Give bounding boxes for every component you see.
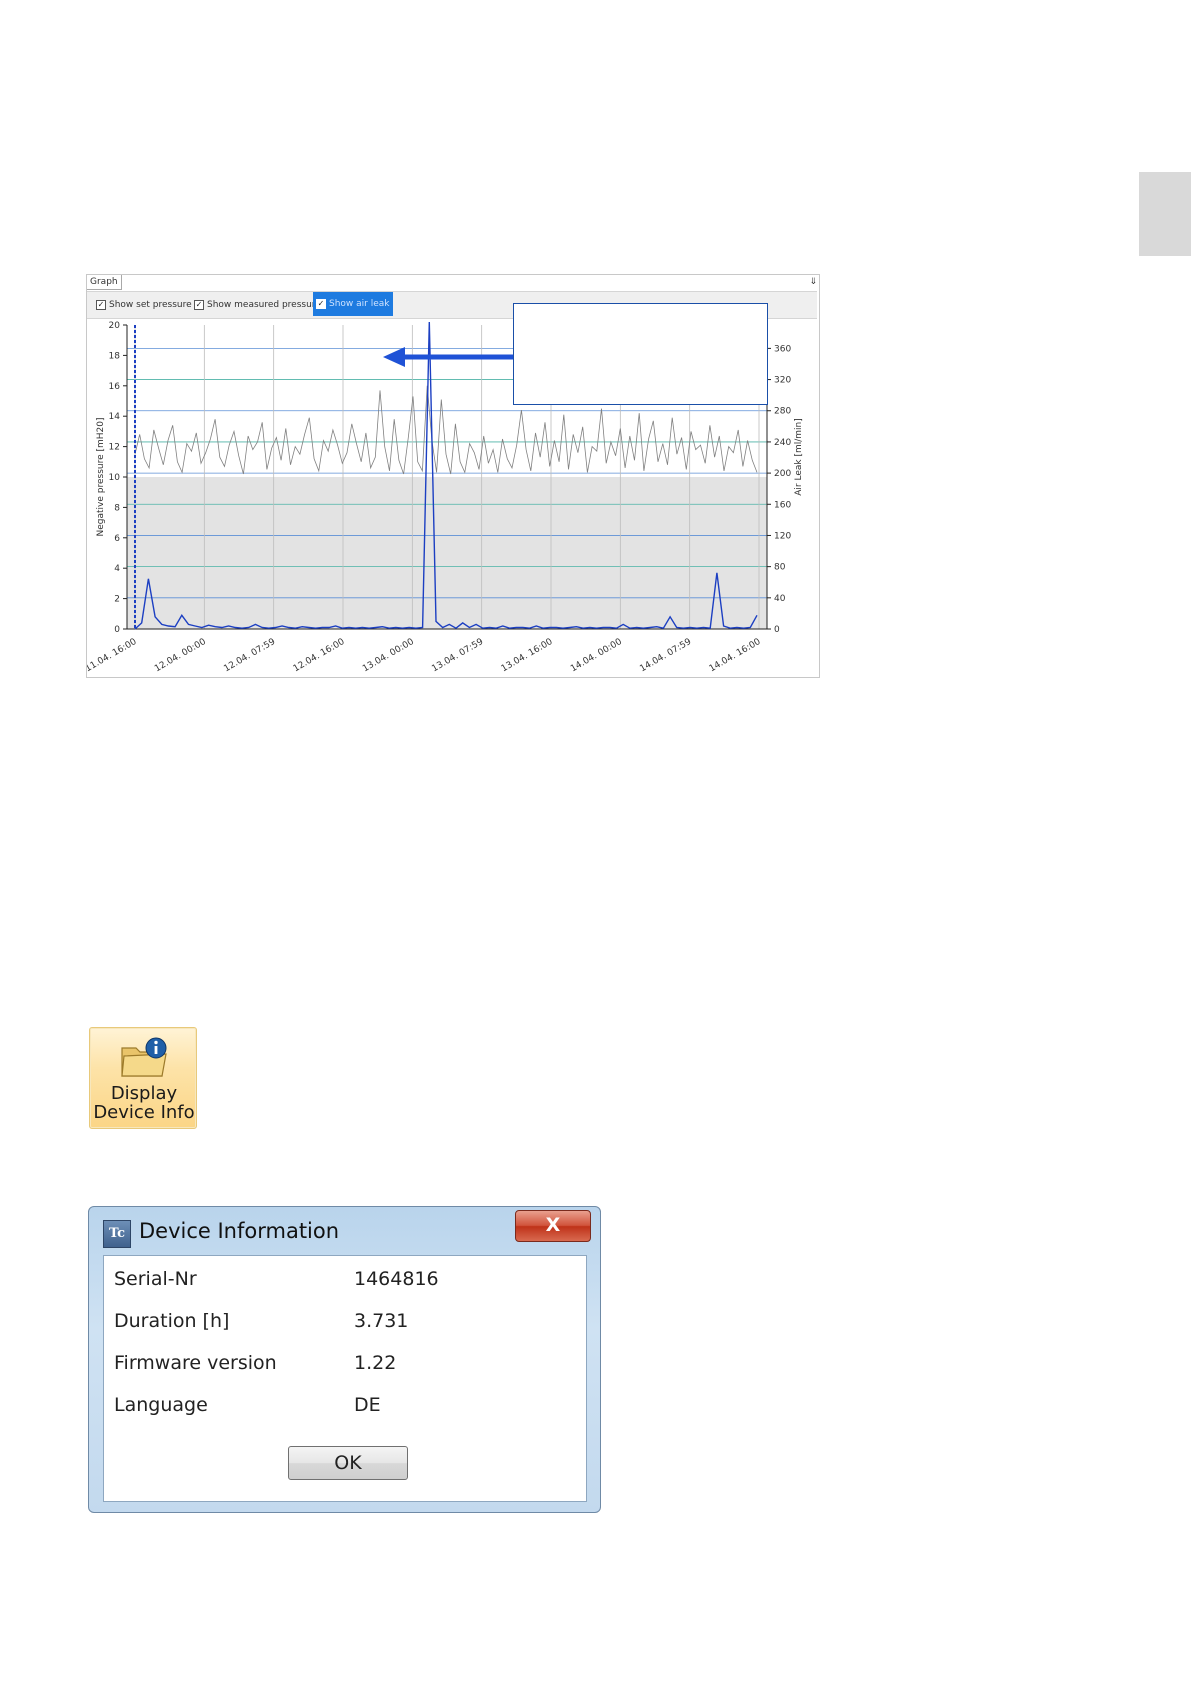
serial-nr-value: 1464816 bbox=[354, 1268, 439, 1290]
x-tick-label: 11.04. 16:00 bbox=[87, 637, 139, 675]
tick-label-right: 320 bbox=[774, 376, 791, 386]
graph-panel: Graph ⇓ ✓ Show set pressure ✓ Show measure… bbox=[86, 274, 820, 678]
ok-button[interactable]: OK bbox=[288, 1446, 408, 1480]
tick-label-right: 200 bbox=[774, 469, 791, 479]
x-tick-label: 14.04. 16:00 bbox=[708, 637, 763, 675]
pin-icon[interactable]: ⇓ bbox=[809, 276, 817, 288]
tick-label-left: 14 bbox=[109, 412, 121, 422]
tick-label-right: 0 bbox=[774, 625, 780, 635]
label-line-1: Display bbox=[110, 1083, 178, 1104]
y-axis-label-right: Air Leak [ml/min] bbox=[794, 418, 804, 496]
option-label: Show set pressure bbox=[109, 300, 192, 310]
x-tick-label: 13.04. 07:59 bbox=[430, 637, 485, 675]
x-tick-label: 12.04. 00:00 bbox=[153, 637, 208, 675]
callout-box bbox=[513, 303, 768, 405]
tick-label-left: 12 bbox=[109, 443, 120, 453]
show-air-leak-option[interactable]: ✓ Show air leak bbox=[313, 292, 393, 316]
tick-label-right: 40 bbox=[774, 594, 786, 604]
checkbox-icon[interactable]: ✓ bbox=[194, 299, 204, 310]
set-pressure-area bbox=[127, 477, 767, 629]
serial-nr-label: Serial-Nr bbox=[114, 1268, 197, 1290]
label-line-2: Device Info bbox=[93, 1102, 195, 1123]
tick-label-left: 0 bbox=[114, 625, 120, 635]
x-tick-label: 12.04. 07:59 bbox=[222, 637, 277, 675]
language-value: DE bbox=[354, 1394, 381, 1416]
tick-label-left: 2 bbox=[114, 595, 120, 605]
tick-label-right: 280 bbox=[774, 407, 791, 417]
tick-label-right: 240 bbox=[774, 438, 791, 448]
tick-label-left: 18 bbox=[109, 351, 121, 361]
firmware-version-label: Firmware version bbox=[114, 1352, 277, 1374]
graph-tab[interactable]: Graph bbox=[87, 275, 122, 290]
close-button[interactable]: X bbox=[515, 1210, 591, 1242]
x-tick-label: 14.04. 07:59 bbox=[638, 637, 693, 675]
device-information-dialog: Tc Device Information X Serial-Nr 146481… bbox=[88, 1206, 601, 1513]
page-side-tab bbox=[1139, 172, 1191, 256]
language-label: Language bbox=[114, 1394, 208, 1416]
checkbox-icon[interactable]: ✓ bbox=[96, 299, 106, 310]
tick-label-left: 8 bbox=[114, 503, 120, 513]
app-icon: Tc bbox=[103, 1220, 131, 1248]
firmware-version-value: 1.22 bbox=[354, 1352, 397, 1374]
x-tick-label: 13.04. 00:00 bbox=[361, 637, 416, 675]
tick-label-right: 160 bbox=[774, 500, 791, 510]
x-tick-label: 13.04. 16:00 bbox=[500, 637, 555, 675]
tick-label-right: 120 bbox=[774, 531, 791, 541]
show-set-pressure-option[interactable]: ✓ Show set pressure bbox=[93, 296, 195, 314]
tick-label-right: 80 bbox=[774, 563, 786, 573]
folder-info-icon bbox=[121, 1037, 167, 1077]
option-label: Show air leak bbox=[329, 299, 390, 309]
duration-value: 3.731 bbox=[354, 1310, 409, 1332]
option-label: Show measured pressure bbox=[207, 300, 321, 310]
tick-label-left: 10 bbox=[109, 473, 121, 483]
show-measured-pressure-option[interactable]: ✓ Show measured pressure bbox=[191, 296, 324, 314]
dialog-title: Device Information bbox=[139, 1219, 340, 1243]
tick-label-left: 4 bbox=[114, 564, 120, 574]
tick-label-left: 16 bbox=[109, 382, 121, 392]
display-device-info-button[interactable]: Display Device Info bbox=[89, 1027, 197, 1129]
tick-label-right: 360 bbox=[774, 344, 791, 354]
arrow-head-icon bbox=[383, 347, 405, 367]
y-axis-label-left: Negative pressure [mH20] bbox=[96, 418, 106, 537]
display-device-info-label: Display Device Info bbox=[90, 1084, 198, 1122]
tick-label-left: 20 bbox=[109, 321, 121, 331]
dialog-body: Serial-Nr 1464816 Duration [h] 3.731 Fir… bbox=[103, 1255, 587, 1502]
x-tick-label: 12.04. 16:00 bbox=[292, 637, 347, 675]
tick-label-left: 6 bbox=[114, 534, 120, 544]
x-tick-label: 14.04. 00:00 bbox=[569, 637, 624, 675]
checkbox-icon[interactable]: ✓ bbox=[316, 298, 326, 309]
duration-label: Duration [h] bbox=[114, 1310, 230, 1332]
